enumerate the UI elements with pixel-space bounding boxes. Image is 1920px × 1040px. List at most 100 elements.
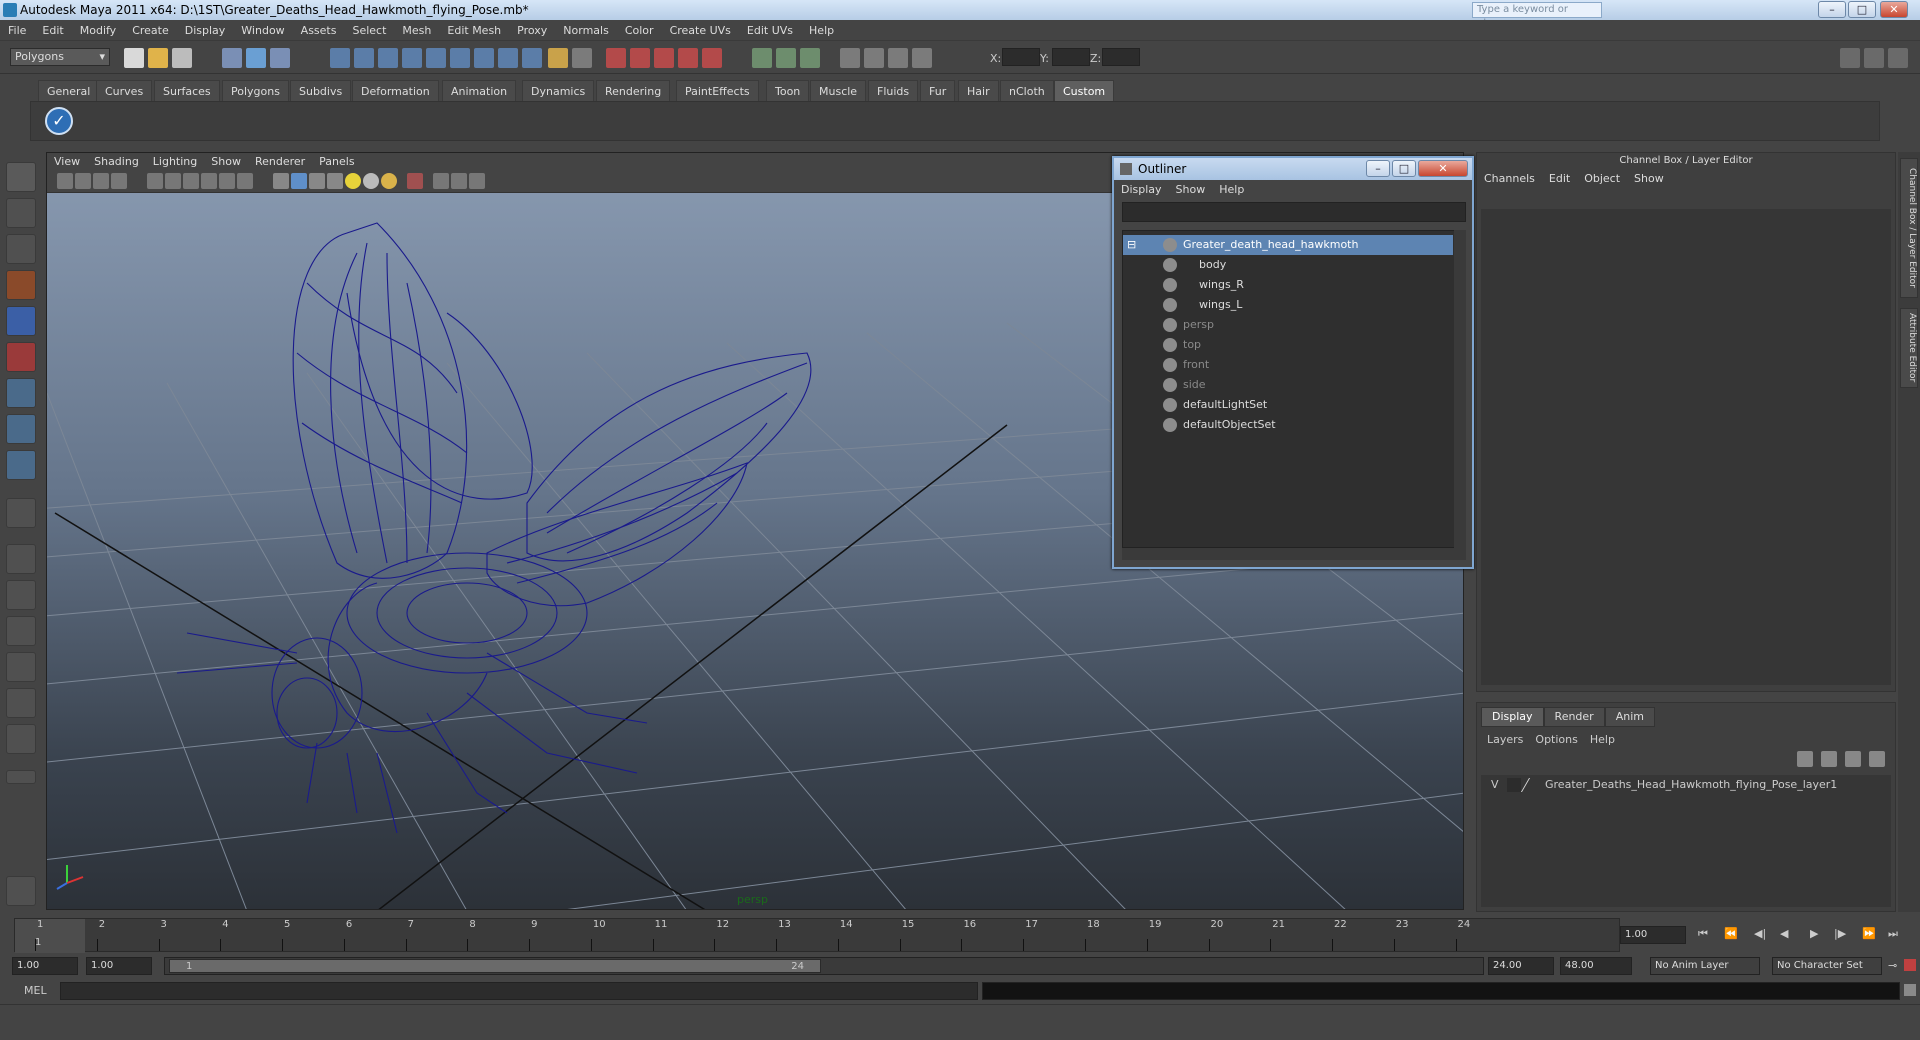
collapse-icon[interactable]: ⊟ (1127, 235, 1136, 255)
all-lights-icon[interactable] (363, 173, 379, 189)
outliner-horizontal-scrollbar[interactable] (1122, 548, 1466, 560)
range-slider-handle[interactable]: 1 24 (169, 959, 821, 973)
select-by-deformation-icon[interactable] (426, 48, 446, 68)
minimize-button[interactable]: – (1818, 1, 1846, 18)
shelf-tab-polygons[interactable]: Polygons (222, 80, 289, 101)
step-forward-key-icon[interactable]: ⏩ (1862, 927, 1876, 940)
menu-create[interactable]: Create (124, 20, 177, 41)
shelf-tab-muscle[interactable]: Muscle (810, 80, 867, 101)
highlight-selection-icon[interactable] (572, 48, 592, 68)
end-time-field[interactable]: 48.00 (1560, 957, 1632, 975)
smooth-shade-icon[interactable] (291, 173, 307, 189)
menu-help[interactable]: Help (801, 20, 842, 41)
channel-menu-edit[interactable]: Edit (1542, 169, 1577, 189)
layer-menu-help[interactable]: Help (1584, 731, 1621, 749)
field-chart-icon[interactable] (219, 173, 235, 189)
character-set-selector[interactable]: No Character Set (1772, 957, 1882, 975)
start-time-field[interactable]: 1.00 (12, 957, 78, 975)
menu-mesh[interactable]: Mesh (394, 20, 439, 41)
playback-end-field[interactable]: 24.00 (1488, 957, 1554, 975)
outliner-row[interactable]: wings_L (1123, 295, 1453, 315)
select-by-surface-icon[interactable] (402, 48, 422, 68)
grid-toggle-icon[interactable] (147, 173, 163, 189)
outliner-menu-help[interactable]: Help (1212, 180, 1251, 200)
shelf-tab-dynamics[interactable]: Dynamics (522, 80, 595, 101)
persp-outliner-layout-icon[interactable] (6, 616, 36, 646)
universal-manipulator-icon[interactable] (6, 378, 36, 408)
four-view-layout-icon[interactable] (6, 580, 36, 610)
current-frame-field[interactable]: 1.00 (1620, 926, 1686, 944)
side-tab-attribute-editor[interactable]: Attribute Editor (1900, 308, 1918, 388)
move-up-layer-icon[interactable] (1845, 751, 1861, 767)
menu-color[interactable]: Color (617, 20, 662, 41)
outliner-menu-show[interactable]: Show (1169, 180, 1213, 200)
persp-hypershade-layout-icon[interactable] (6, 688, 36, 718)
select-by-curve-icon[interactable] (378, 48, 398, 68)
gate-mask-icon[interactable] (201, 173, 217, 189)
menu-display[interactable]: Display (177, 20, 234, 41)
channel-menu-channels[interactable]: Channels (1477, 169, 1542, 189)
resolution-gate-icon[interactable] (183, 173, 199, 189)
step-back-key-icon[interactable]: ⏪ (1724, 927, 1738, 940)
mel-label[interactable]: MEL (24, 984, 47, 997)
shelf-tab-toon[interactable]: Toon (766, 80, 810, 101)
menu-edit-mesh[interactable]: Edit Mesh (439, 20, 509, 41)
safe-action-icon[interactable] (237, 173, 253, 189)
outliner-row[interactable]: wings_R (1123, 275, 1453, 295)
toggle-tool-settings-icon[interactable] (1864, 48, 1884, 68)
make-live-icon[interactable] (702, 48, 722, 68)
save-scene-icon[interactable] (172, 48, 192, 68)
viewport-menu-shading[interactable]: Shading (87, 153, 146, 171)
default-lighting-icon[interactable] (345, 173, 361, 189)
construction-history-icon[interactable] (800, 48, 820, 68)
snap-curve-icon[interactable] (630, 48, 650, 68)
shelf-tab-rendering[interactable]: Rendering (596, 80, 671, 101)
persp-graph-outliner-layout-icon[interactable] (6, 724, 36, 754)
snap-view-plane-icon[interactable] (678, 48, 698, 68)
scale-tool-icon[interactable] (6, 342, 36, 372)
outliner-row[interactable]: persp (1123, 315, 1453, 335)
search-input[interactable]: Type a keyword or phrase (1472, 2, 1602, 29)
wireframe-on-shaded-icon[interactable] (309, 173, 325, 189)
render-frame-icon[interactable] (864, 48, 884, 68)
camera-select-icon[interactable] (57, 173, 73, 189)
move-tool-icon[interactable] (6, 270, 36, 300)
script-editor-icon[interactable] (1904, 984, 1916, 996)
play-forwards-icon[interactable]: ▶ (1810, 927, 1818, 940)
checkmark-shelf-icon[interactable]: ✓ (45, 107, 73, 135)
layer-color-swatch[interactable] (1520, 778, 1544, 792)
menu-set-selector[interactable]: Polygons ▾ (10, 48, 110, 66)
lasso-tool-icon[interactable] (6, 198, 36, 228)
menu-create-uvs[interactable]: Create UVs (662, 20, 739, 41)
film-gate-icon[interactable] (165, 173, 181, 189)
outliner-title-bar[interactable]: Outliner – □ ✕ (1114, 158, 1472, 180)
channel-menu-show[interactable]: Show (1627, 169, 1671, 189)
layer-tab-anim[interactable]: Anim (1604, 707, 1655, 727)
time-slider[interactable]: 1 1 2 3 4 5 6 7 8 9 10 11 12 13 14 15 16 17 18 19 20 21 22 23 2… (14, 918, 1620, 953)
shelf-tab-ncloth[interactable]: nCloth (1000, 80, 1054, 101)
hand-icon[interactable] (6, 876, 36, 906)
menu-modify[interactable]: Modify (72, 20, 124, 41)
ipr-render-icon[interactable] (888, 48, 908, 68)
camera-attributes-icon[interactable] (75, 173, 91, 189)
shelf-tab-surfaces[interactable]: Surfaces (154, 80, 220, 101)
new-layer-icon[interactable] (1797, 751, 1813, 767)
outliner-row[interactable]: side (1123, 375, 1453, 395)
shelf-tab-fluids[interactable]: Fluids (868, 80, 919, 101)
outliner-minimize-button[interactable]: – (1366, 160, 1390, 177)
menu-file[interactable]: File (0, 20, 34, 41)
snap-point-icon[interactable] (654, 48, 674, 68)
select-by-misc-icon[interactable] (498, 48, 518, 68)
open-scene-icon[interactable] (148, 48, 168, 68)
image-plane-icon[interactable] (111, 173, 127, 189)
play-backwards-icon[interactable]: ◀ (1780, 927, 1788, 940)
wireframe-icon[interactable] (273, 173, 289, 189)
select-hierarchy-icon[interactable] (222, 48, 242, 68)
shelf-tab-fur[interactable]: Fur (920, 80, 956, 101)
viewport-menu-view[interactable]: View (47, 153, 87, 171)
y-field[interactable] (1052, 48, 1090, 66)
menu-proxy[interactable]: Proxy (509, 20, 555, 41)
shelf-tab-curves[interactable]: Curves (96, 80, 153, 101)
history-input-icon[interactable] (752, 48, 772, 68)
last-tool-icon[interactable] (6, 498, 36, 528)
